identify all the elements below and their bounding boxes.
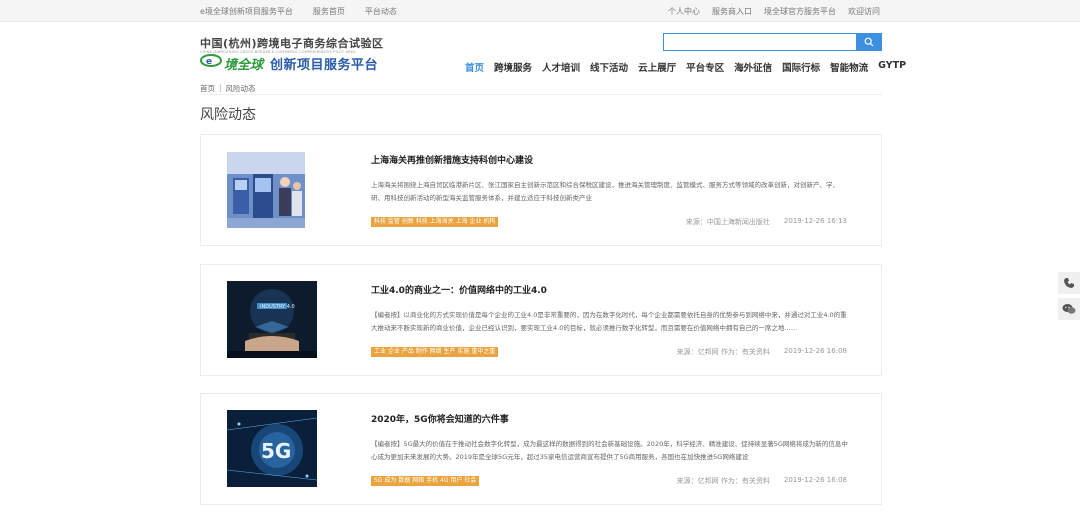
article-source: 来源：亿邦网 作为：有关资料 [676,477,770,485]
svg-text:5G: 5G [261,439,291,463]
article-tags: 科技 监管 创新 科技 上海海关 上海 企业 机构 [371,217,499,227]
breadcrumb-home[interactable]: 首页 [200,83,215,94]
phone-button[interactable] [1058,272,1080,294]
article-source: 来源：亿邦网 作为：有关资料 [676,348,770,356]
logo-icon[interactable]: e [200,54,222,67]
article-date: 2019-12-26 16:08 [783,476,847,484]
nav-item-platform-zone[interactable]: 平台专区 [686,60,724,74]
article-title[interactable]: 上海海关再推创新措施支持科创中心建设 [371,153,533,166]
article-summary: 【编者按】以商业化的方式实现价值是每个企业的工业4.0是非常重要的，因为在数字化… [371,311,847,332]
article-tags: 5G 成为 数据 网络 手机 4G 用户 社会 [371,476,480,486]
top-link-news[interactable]: 平台动态 [365,6,397,17]
divider [200,94,882,95]
article-title[interactable]: 工业4.0的商业之一：价值网络中的工业4.0 [371,283,547,296]
wechat-icon [1062,304,1076,314]
article-thumbnail[interactable]: 5G [227,410,317,487]
main-nav: 首页 跨境服务 人才培训 线下活动 云上展厅 平台专区 海外征信 国际行标 智能… [465,60,906,74]
breadcrumb-current: 风险动态 [225,84,256,93]
top-bar-left: e境全球创新项目服务平台 服务首页 平台动态 [200,6,397,17]
logo-brand[interactable]: 境全球 [224,54,263,73]
search-button[interactable] [856,33,882,51]
article-meta: 来源：亿邦网 作为：有关资料 2019-12-26 16:08 [677,347,847,357]
nav-item-gytp[interactable]: GYTP [878,60,906,74]
article-date: 2019-12-26 16:13 [783,217,847,225]
top-bar-right: 个人中心 服务商入口 境全球官方服务平台 欢迎访问 [668,6,880,17]
top-link-platform[interactable]: e境全球创新项目服务平台 [200,6,293,17]
nav-item-intl-standards[interactable]: 国际行标 [782,60,820,74]
top-link-welcome[interactable]: 欢迎访问 [848,6,880,17]
nav-item-cloud-expo[interactable]: 云上展厅 [638,60,676,74]
logo-title[interactable]: 创新项目服务平台 [270,54,378,73]
nav-item-cross-border[interactable]: 跨境服务 [494,60,532,74]
page-title: 风险动态 [200,107,256,123]
breadcrumb-separator: | [219,83,222,92]
article-card[interactable]: INDUSTRY 4.0 工业4.0的商业之一：价值网络中的工业4.0 【编者按… [200,264,882,376]
article-thumbnail[interactable]: INDUSTRY 4.0 [227,281,317,358]
nav-item-events[interactable]: 线下活动 [590,60,628,74]
top-link-provider-entry[interactable]: 服务商入口 [712,6,752,17]
top-link-personal-center[interactable]: 个人中心 [668,6,700,17]
article-tags: 工业 企业 产品 制作 网络 生产 实施 重中之重 [371,347,499,357]
nav-item-home[interactable]: 首页 [465,60,484,74]
article-title[interactable]: 2020年，5G你将会知道的六件事 [371,412,509,425]
wechat-button[interactable] [1058,298,1080,320]
article-card[interactable]: 上海海关再推创新措施支持科创中心建设 上海海关将围绕上海自贸区临港新片区、张江国… [200,134,882,246]
article-summary: 【编者按】5G最大的价值在于推动社会数字化转型，成为最这样的数据得到的社会新基础… [371,440,848,461]
top-link-official-platform[interactable]: 境全球官方服务平台 [764,6,836,17]
article-thumbnail[interactable] [227,152,305,228]
article-date: 2019-12-26 16:08 [783,347,847,355]
article-meta: 来源：亿邦网 作为：有关资料 2019-12-26 16:08 [677,476,847,486]
phone-icon [1064,278,1074,288]
article-summary: 上海海关将围绕上海自贸区临港新片区、张江国家自主创新示范区和综合保税区建设，推进… [371,181,839,202]
nav-item-training[interactable]: 人才培训 [542,60,580,74]
nav-item-overseas-credit[interactable]: 海外征信 [734,60,772,74]
logo-region-name: 中国(杭州)跨境电子商务综合试验区 [200,37,384,50]
top-bar: e境全球创新项目服务平台 服务首页 平台动态 个人中心 服务商入口 境全球官方服… [0,0,1080,22]
nav-item-logistics[interactable]: 智能物流 [830,60,868,74]
search-icon [864,37,874,47]
breadcrumb: 首页 | 风险动态 [200,83,256,94]
search-input[interactable] [663,33,857,51]
svg-text:INDUSTRY 4.0: INDUSTRY 4.0 [260,304,295,310]
article-meta: 来源：中国上海新闻出版社 2019-12-26 16:13 [686,217,847,227]
top-link-home[interactable]: 服务首页 [313,6,345,17]
svg-text:e: e [206,57,212,67]
article-card[interactable]: 5G 2020年，5G你将会知道的六件事 【编者按】5G最大的价值在于推动社会数… [200,393,882,505]
article-source: 来源：中国上海新闻出版社 [685,218,770,226]
